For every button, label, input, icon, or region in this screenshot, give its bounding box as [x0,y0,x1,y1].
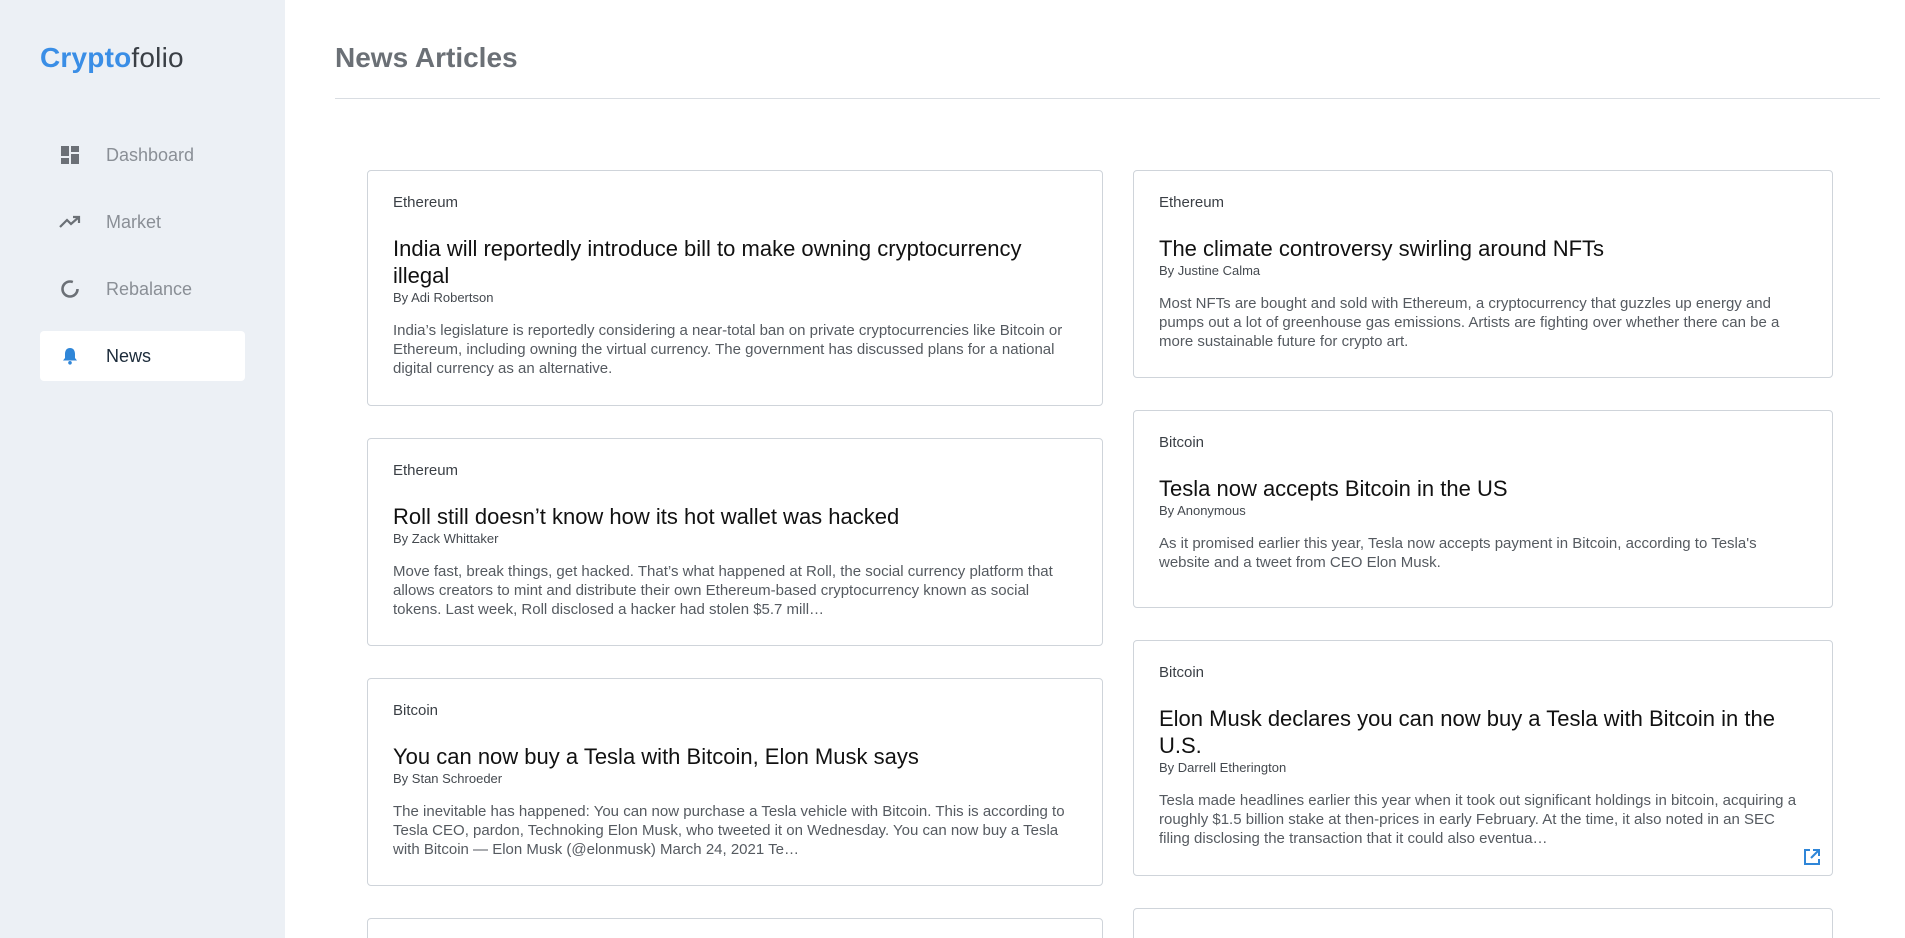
news-summary: Most NFTs are bought and sold with Ether… [1159,295,1780,350]
news-column-right: Ethereum The climate controversy swirlin… [1133,170,1833,938]
page-title: News Articles [335,42,518,73]
sidebar-item-news[interactable]: News [40,331,245,381]
news-card[interactable]: Ethereum Roll still doesn’t know how its… [367,438,1103,646]
news-card[interactable]: Bitcoin Tesla now accepts Bitcoin in the… [1133,410,1833,608]
news-title[interactable]: The climate controversy swirling around … [1159,235,1807,262]
news-card[interactable]: Ethereum The climate controversy swirlin… [1133,170,1833,378]
news-tag: Ethereum [1159,194,1225,211]
news-tag: Bitcoin [1159,664,1205,681]
donut-icon [56,275,84,303]
news-title[interactable]: Roll still doesn’t know how its hot wall… [393,503,1077,530]
logo-folio: folio [131,42,184,73]
dashboard-icon [56,141,84,169]
news-byline: By Darrell Etherington [1159,760,1287,775]
news-tag: Bitcoin [1159,434,1205,451]
external-link-icon[interactable] [1802,847,1822,867]
sidebar-item-label: Dashboard [106,144,195,165]
trending-up-icon [56,208,84,236]
sidebar-item-dashboard[interactable]: Dashboard [40,130,245,180]
sidebar-item-label: Rebalance [106,278,193,299]
news-byline: By Adi Robertson [393,290,494,305]
sidebar-nav: Dashboard Market Rebalance News [40,130,245,381]
page-header: News Articles [335,40,1880,99]
sidebar: Cryptofolio Dashboard Market Rebalance N… [0,0,285,938]
bell-icon [56,342,84,370]
news-title[interactable]: You can now buy a Tesla with Bitcoin, El… [393,743,1077,770]
news-summary: India’s legislature is reportedly consid… [393,322,1063,377]
sidebar-item-rebalance[interactable]: Rebalance [40,264,245,314]
news-title[interactable]: Elon Musk declares you can now buy a Tes… [1159,705,1807,759]
news-summary: As it promised earlier this year, Tesla … [1159,535,1757,571]
news-card[interactable]: Bitcoin Elon Musk declares you can now b… [1133,640,1833,876]
news-byline: By Zack Whittaker [393,531,499,546]
news-title[interactable]: India will reportedly introduce bill to … [393,235,1077,289]
news-column-left: Ethereum India will reportedly introduce… [367,170,1103,938]
logo-crypto: Crypto [40,42,132,73]
sidebar-item-market[interactable]: Market [40,197,245,247]
news-summary: Tesla made headlines earlier this year w… [1159,792,1797,847]
news-card-partial[interactable] [367,918,1103,938]
news-title[interactable]: Tesla now accepts Bitcoin in the US [1159,475,1807,502]
sidebar-item-label: News [106,345,152,366]
news-card[interactable]: Bitcoin You can now buy a Tesla with Bit… [367,678,1103,886]
news-tag: Bitcoin [393,702,439,719]
news-summary: The inevitable has happened: You can now… [393,803,1065,858]
news-card-partial[interactable] [1133,908,1833,938]
news-byline: By Justine Calma [1159,263,1261,278]
main-content: News Articles Ethereum India will report… [285,0,1905,938]
news-summary: Move fast, break things, get hacked. Tha… [393,563,1053,618]
sidebar-item-label: Market [106,211,162,232]
app-logo[interactable]: Cryptofolio [40,42,245,78]
news-tag: Ethereum [393,194,459,211]
news-byline: By Anonymous [1159,503,1246,518]
app-root: Cryptofolio Dashboard Market Rebalance N… [0,0,1905,938]
news-card[interactable]: Ethereum India will reportedly introduce… [367,170,1103,406]
news-tag: Ethereum [393,462,459,479]
news-byline: By Stan Schroeder [393,771,503,786]
